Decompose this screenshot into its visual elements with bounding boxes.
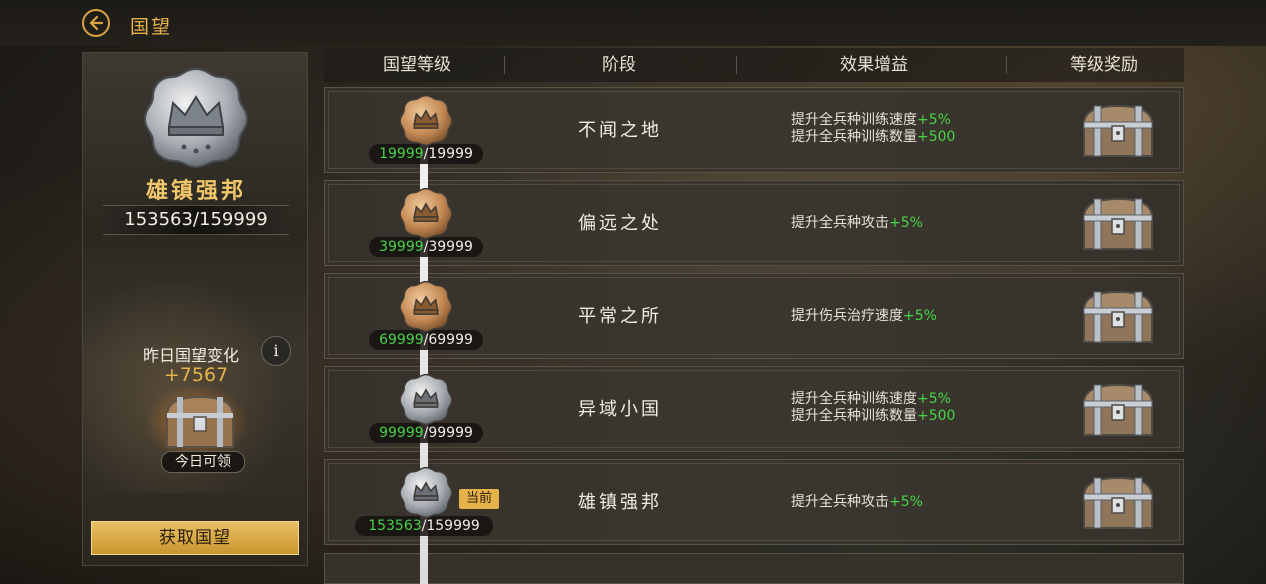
table-row: 99999/99999 异域小国 提升全兵种训练速度+5% 提升全兵种训练数量+… — [324, 366, 1184, 452]
stage-name: 异域小国 — [578, 399, 662, 420]
col-header-effect: 效果增益 — [840, 55, 908, 75]
effect-line: 提升全兵种训练数量+500 — [791, 408, 1051, 425]
table-row: 39999/39999 偏远之处 提升全兵种攻击+5% — [324, 180, 1184, 266]
stage-name: 雄镇强邦 — [578, 492, 662, 513]
effect-text: 提升全兵种训练速度 — [791, 391, 917, 407]
table-row: 19999/19999 不闻之地 提升全兵种训练速度+5% 提升全兵种训练数量+… — [324, 87, 1184, 173]
effect-bonus: +5% — [917, 112, 951, 128]
treasure-chest-icon[interactable] — [1080, 195, 1156, 257]
effect-bonus: +500 — [917, 408, 956, 424]
crown-medal-icon — [397, 372, 455, 430]
col-header-level: 国望等级 — [383, 55, 451, 75]
crown-medal-icon — [397, 186, 455, 244]
back-arrow-icon — [89, 15, 104, 31]
effect-bonus: +5% — [917, 391, 951, 407]
left-panel: 雄镇强邦 153563/159999 昨日国望变化 i +7567 今日可领 获… — [82, 52, 308, 566]
effect-text: 提升伤兵治疗速度 — [791, 308, 903, 324]
effect-text: 提升全兵种训练速度 — [791, 112, 917, 128]
effect-line: 提升伤兵治疗速度+5% — [791, 308, 1051, 325]
table-header: 国望等级 阶段 效果增益 等级奖励 — [324, 48, 1184, 82]
effects-list: 提升全兵种攻击+5% — [791, 494, 1051, 511]
top-bar: 国望 — [0, 0, 1266, 46]
info-icon: i — [273, 341, 279, 360]
header-divider — [1006, 56, 1007, 74]
col-header-stage: 阶段 — [602, 55, 636, 75]
stage-name: 偏远之处 — [578, 213, 662, 234]
effects-list: 提升全兵种训练速度+5% 提升全兵种训练数量+500 — [791, 112, 1051, 146]
effect-text: 提升全兵种攻击 — [791, 494, 889, 510]
treasure-chest-icon[interactable] — [1080, 381, 1156, 443]
back-button[interactable] — [82, 9, 110, 37]
current-tag: 当前 — [459, 489, 499, 509]
header-divider — [736, 56, 737, 74]
effect-bonus: +5% — [903, 308, 937, 324]
treasure-chest-icon[interactable] — [1080, 474, 1156, 536]
get-prestige-button[interactable]: 获取国望 — [91, 521, 299, 555]
table-row-partial — [324, 553, 1184, 584]
claim-today-label: 今日可领 — [161, 451, 245, 473]
crown-medal-icon — [397, 93, 455, 151]
treasure-chest-icon[interactable] — [1080, 102, 1156, 164]
effect-bonus: +500 — [917, 129, 956, 145]
effect-line: 提升全兵种训练数量+500 — [791, 129, 1051, 146]
stage-name: 平常之所 — [578, 306, 662, 327]
crown-medal-icon — [397, 279, 455, 337]
treasure-chest-icon[interactable] — [1080, 288, 1156, 350]
stage-name: 不闻之地 — [578, 120, 662, 141]
treasure-chest-icon[interactable] — [163, 391, 237, 451]
effect-line: 提升全兵种训练速度+5% — [791, 391, 1051, 408]
effect-text: 提升全兵种训练数量 — [791, 129, 917, 145]
effect-bonus: +5% — [889, 494, 923, 510]
crown-medal-icon — [143, 67, 249, 169]
page-title: 国望 — [130, 16, 173, 38]
rank-progress: 153563/159999 — [103, 205, 289, 235]
rank-name: 雄镇强邦 — [145, 179, 246, 204]
header-divider — [504, 56, 505, 74]
effect-line: 提升全兵种攻击+5% — [791, 494, 1051, 511]
effects-list: 提升全兵种训练速度+5% 提升全兵种训练数量+500 — [791, 391, 1051, 425]
effect-bonus: +5% — [889, 215, 923, 231]
info-button[interactable]: i — [261, 336, 291, 366]
crown-medal-icon — [397, 465, 455, 523]
yesterday-change-label: 昨日国望变化 — [143, 346, 240, 365]
effects-list: 提升伤兵治疗速度+5% — [791, 308, 1051, 325]
effect-text: 提升全兵种训练数量 — [791, 408, 917, 424]
table-row: 69999/69999 平常之所 提升伤兵治疗速度+5% — [324, 273, 1184, 359]
effects-list: 提升全兵种攻击+5% — [791, 215, 1051, 232]
effect-line: 提升全兵种攻击+5% — [791, 215, 1051, 232]
table-row: 当前 153563/159999 雄镇强邦 提升全兵种攻击+5% — [324, 459, 1184, 545]
effect-line: 提升全兵种训练速度+5% — [791, 112, 1051, 129]
effect-text: 提升全兵种攻击 — [791, 215, 889, 231]
col-header-reward: 等级奖励 — [1070, 55, 1138, 75]
